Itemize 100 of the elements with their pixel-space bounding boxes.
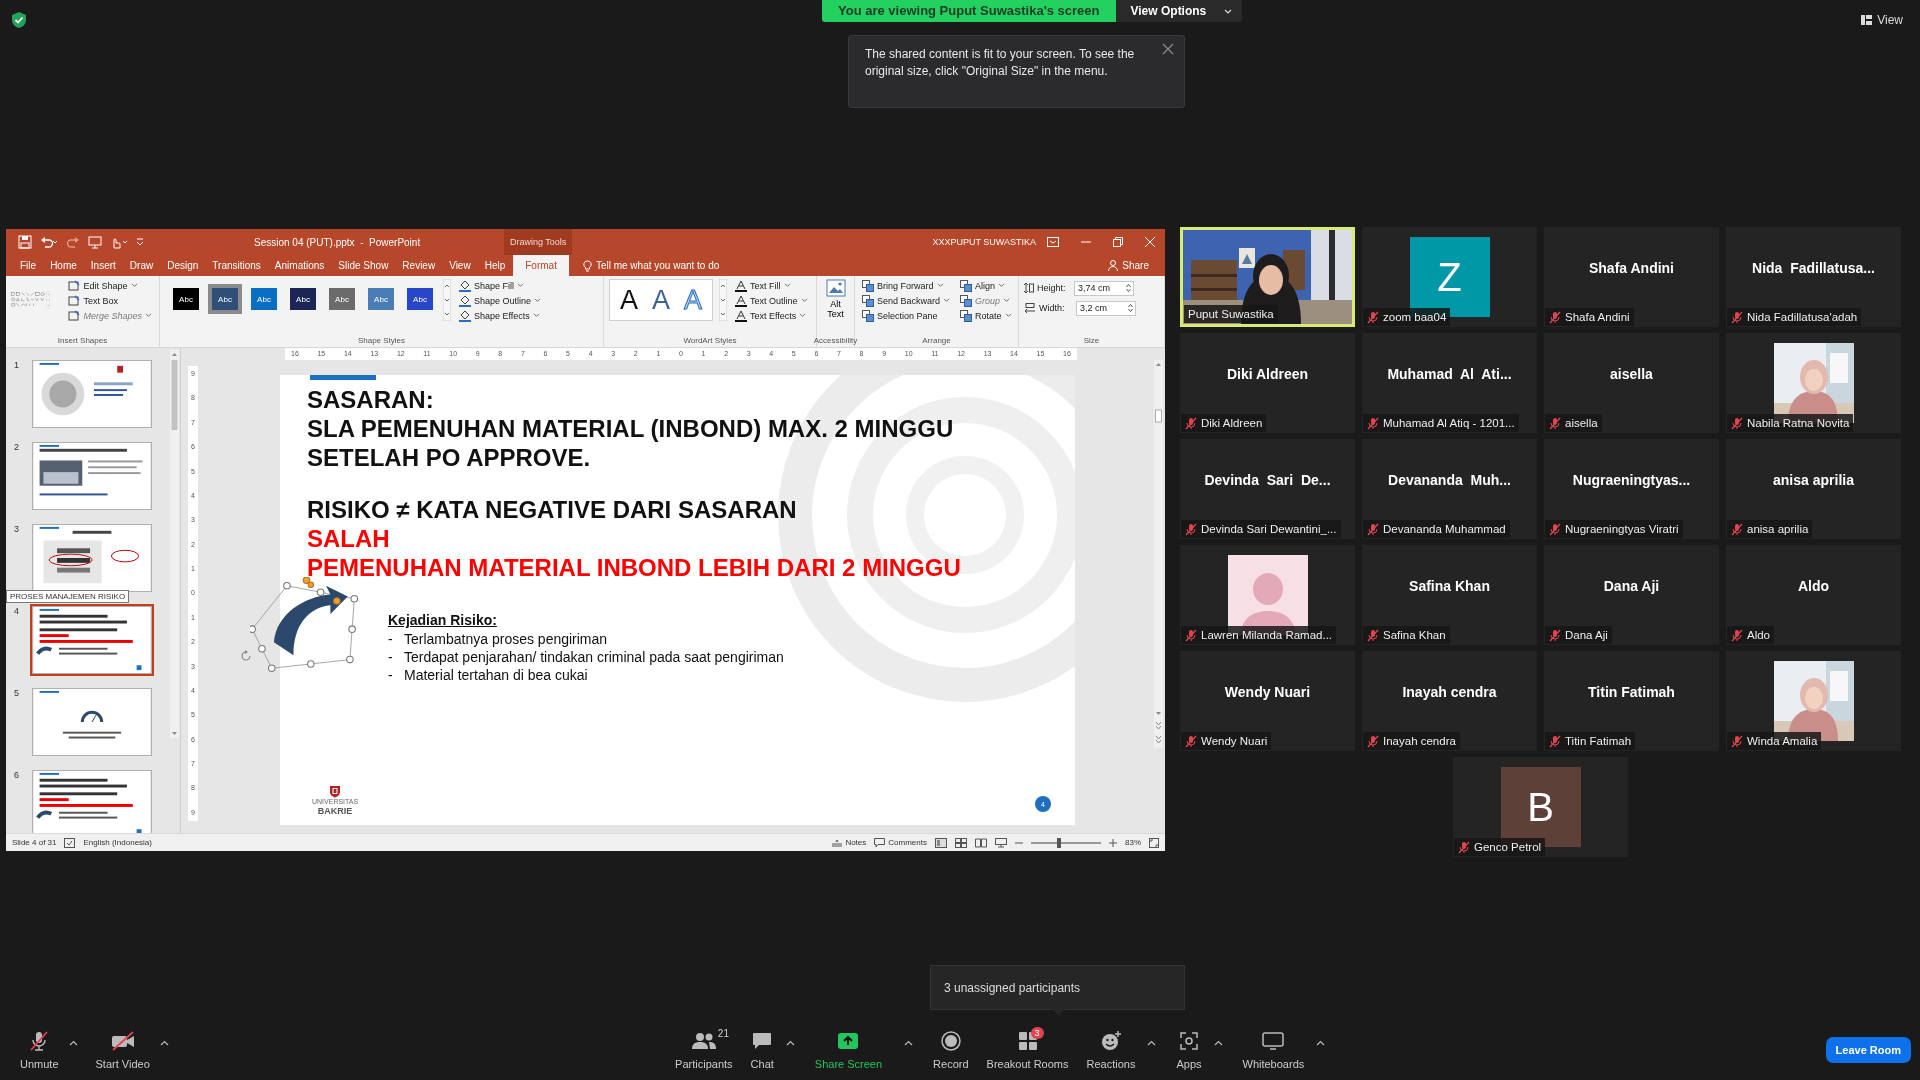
grid-icon bbox=[1861, 15, 1873, 25]
list-item: Terdapat penjarahan/ tindakan criminal pada saat pengiriman bbox=[404, 648, 784, 666]
rotate-handle-icon[interactable] bbox=[240, 650, 252, 662]
lightbulb-icon bbox=[582, 259, 592, 272]
slide-number: 2 bbox=[14, 442, 20, 452]
rectangle-icon bbox=[68, 280, 81, 291]
leave-button[interactable]: Leave Room bbox=[1825, 1037, 1911, 1063]
ribbon-command[interactable]: Text Effects bbox=[733, 309, 810, 322]
reading-view-icon[interactable] bbox=[975, 837, 987, 848]
notes-button[interactable]: Notes bbox=[832, 838, 867, 847]
alt-text-button[interactable]: Alt Text bbox=[819, 279, 852, 319]
ribbon-tab[interactable]: Transitions bbox=[206, 255, 267, 276]
size-field[interactable]: 3,74 cm bbox=[1074, 280, 1134, 296]
ribbon-tab[interactable]: Review bbox=[396, 255, 442, 276]
style-swatch[interactable]: Abc bbox=[208, 284, 242, 314]
slide-thumbnail[interactable] bbox=[32, 606, 152, 674]
close-icon[interactable] bbox=[1162, 43, 1174, 55]
slideshow-icon[interactable] bbox=[995, 837, 1007, 848]
ribbon-tab[interactable]: Animations bbox=[268, 255, 331, 276]
ribbon-command[interactable]: Text Outline bbox=[733, 294, 810, 307]
ribbon-command[interactable]: Shape Outline bbox=[457, 294, 544, 307]
tooltip: PROSES MANAJEMEN RISIKO bbox=[6, 590, 130, 603]
undo-icon[interactable] bbox=[40, 235, 58, 249]
ribbon-tab[interactable]: Home bbox=[44, 255, 83, 276]
toolbar-button[interactable]: 21 Participants bbox=[669, 1026, 739, 1074]
ribbon-tab[interactable]: Draw bbox=[123, 255, 160, 276]
toolbar-button[interactable]: Chat bbox=[744, 1026, 780, 1074]
caret-icon[interactable] bbox=[904, 1040, 914, 1046]
spinner-icon[interactable] bbox=[1126, 283, 1131, 293]
gallery-scroll-icon[interactable] bbox=[719, 279, 727, 321]
ribbon-command[interactable]: Shape Fill bbox=[457, 279, 544, 292]
document-title: Session 04 (PUT).pptx - PowerPoint bbox=[254, 236, 422, 248]
toolbar-button[interactable]: Apps bbox=[1170, 1026, 1208, 1074]
ribbon-command[interactable]: Rotate bbox=[958, 309, 1014, 322]
caret-icon bbox=[1224, 7, 1233, 15]
ribbon-tab[interactable]: Help bbox=[478, 255, 512, 276]
toolbar-button[interactable]: Reactions bbox=[1080, 1026, 1142, 1074]
ribbon-display-icon[interactable] bbox=[1047, 237, 1059, 247]
slide-sorter-icon[interactable] bbox=[955, 837, 967, 848]
toolbar-button[interactable]: Whiteboards bbox=[1236, 1026, 1311, 1074]
scrollbar-icon[interactable] bbox=[1154, 360, 1163, 748]
caret-icon[interactable] bbox=[785, 1040, 795, 1046]
view-button[interactable]: View bbox=[1859, 11, 1905, 29]
accessibility-icon[interactable] bbox=[64, 837, 76, 848]
toolbar-button[interactable]: Share Screen bbox=[808, 1026, 889, 1074]
comments-button[interactable]: Comments bbox=[874, 837, 927, 848]
wordart-style[interactable]: A bbox=[614, 280, 644, 320]
share-button[interactable]: Share bbox=[1102, 255, 1155, 276]
slide-thumbnail[interactable] bbox=[32, 442, 152, 510]
ribbon-tab[interactable]: Insert bbox=[84, 255, 122, 276]
ribbon-command[interactable]: Text Box bbox=[66, 294, 154, 307]
gallery-scroll-icon[interactable] bbox=[443, 279, 451, 321]
slide-thumbnail[interactable] bbox=[32, 360, 152, 428]
participant-name: Devananda Muhammad bbox=[1383, 523, 1506, 535]
tell-me-search[interactable]: Tell me what you want to do bbox=[576, 255, 726, 276]
ribbon-tab[interactable]: File bbox=[14, 255, 43, 276]
ribbon-command[interactable]: Text Fill bbox=[733, 279, 810, 292]
fit-slide-icon[interactable] bbox=[1149, 837, 1159, 848]
ribbon-command[interactable]: Align bbox=[958, 279, 1014, 292]
ribbon-command[interactable]: Edit Shape bbox=[66, 279, 154, 292]
zoom-level[interactable]: 83% bbox=[1125, 838, 1141, 847]
caret-icon[interactable] bbox=[1316, 1040, 1326, 1046]
ribbon-tab[interactable]: View bbox=[443, 255, 477, 276]
scrollbar-icon[interactable] bbox=[170, 350, 179, 738]
presentation-icon[interactable] bbox=[88, 235, 102, 249]
spinner-icon[interactable] bbox=[1128, 303, 1133, 313]
display-name: Muhamad Al Ati... bbox=[1387, 366, 1512, 382]
ribbon-tab[interactable]: Format bbox=[513, 255, 569, 276]
slide-thumbnail[interactable] bbox=[32, 688, 152, 756]
slide-number: 4 bbox=[14, 606, 20, 616]
toolbar-button[interactable]: Unmute bbox=[14, 1026, 65, 1074]
zoom-in-icon[interactable] bbox=[1109, 838, 1117, 847]
ribbon-command[interactable]: Send Backward bbox=[860, 294, 953, 307]
slide-thumbnail[interactable] bbox=[32, 524, 152, 592]
customize-icon[interactable] bbox=[136, 238, 144, 246]
ribbon-command[interactable]: Bring Forward bbox=[860, 279, 953, 292]
ribbon-tab[interactable]: Design bbox=[161, 255, 205, 276]
ribbon-tab[interactable]: Slide Show bbox=[332, 255, 395, 276]
caret-icon[interactable] bbox=[68, 1040, 78, 1046]
caret-icon[interactable] bbox=[1213, 1040, 1223, 1046]
ribbon-command[interactable]: Shape Effects bbox=[457, 309, 544, 322]
size-field[interactable]: 3,2 cm bbox=[1076, 300, 1136, 316]
toolbar-button[interactable]: Start Video bbox=[89, 1026, 156, 1074]
caret-icon[interactable] bbox=[1147, 1040, 1157, 1046]
save-icon[interactable] bbox=[18, 235, 32, 249]
normal-view-icon[interactable] bbox=[935, 837, 947, 848]
wordart-style[interactable]: A bbox=[646, 280, 676, 320]
caret-icon[interactable] bbox=[159, 1040, 169, 1046]
slide-thumbnail[interactable] bbox=[32, 770, 152, 833]
ribbon-command[interactable]: Selection Pane bbox=[860, 309, 953, 322]
rectangle-icon bbox=[68, 295, 81, 306]
toolbar-button[interactable]: Record bbox=[927, 1026, 975, 1074]
slider-thumb[interactable] bbox=[1057, 837, 1061, 848]
layers-icon bbox=[862, 279, 874, 292]
view-options-button[interactable]: View Options bbox=[1115, 0, 1243, 22]
shield-icon bbox=[11, 11, 27, 29]
notes-icon bbox=[832, 838, 843, 847]
restore-icon[interactable] bbox=[1113, 237, 1123, 247]
record-icon bbox=[940, 1031, 961, 1051]
toolbar-button[interactable]: 3 Breakout Rooms bbox=[980, 1026, 1075, 1074]
